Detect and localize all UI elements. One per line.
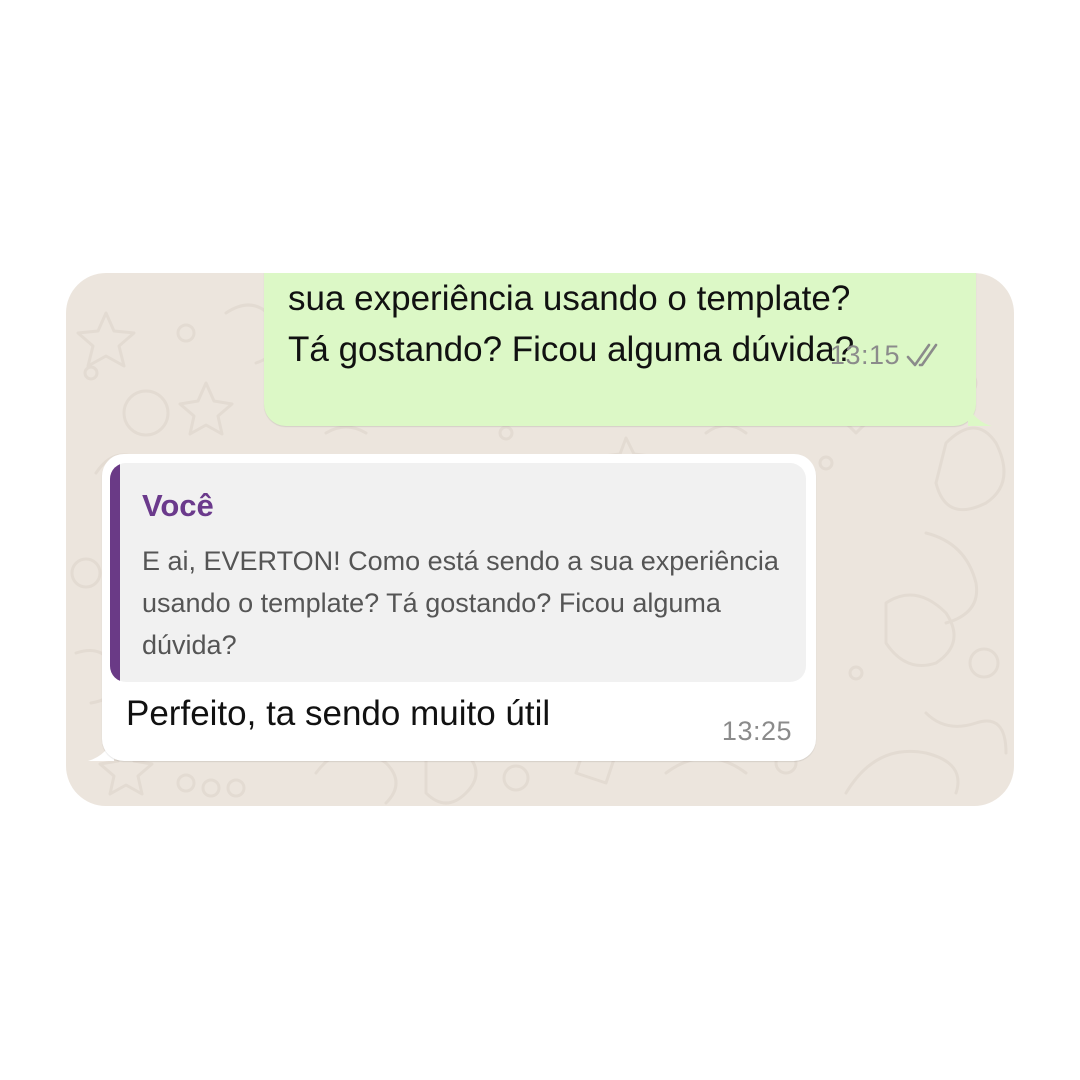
incoming-message-text: Perfeito, ta sendo muito útil: [126, 694, 551, 733]
quoted-message[interactable]: Você E ai, EVERTON! Como está sendo a su…: [110, 463, 806, 682]
quoted-message-author: Você: [142, 488, 214, 523]
outgoing-bubble-tail: [968, 406, 992, 426]
chat-window: sua experiência usando o template? Tá go…: [66, 273, 1014, 806]
incoming-message-time: 13:25: [721, 716, 792, 746]
outgoing-message-time: 13:15: [829, 340, 900, 370]
double-check-icon: [906, 343, 938, 366]
outgoing-message-bubble[interactable]: sua experiência usando o template? Tá go…: [264, 273, 976, 426]
quoted-message-text: E ai, EVERTON! Como está sendo a sua exp…: [142, 546, 779, 660]
outgoing-message-meta: 13:15: [830, 340, 944, 371]
incoming-message-bubble[interactable]: Você E ai, EVERTON! Como está sendo a su…: [102, 454, 816, 761]
quote-accent-bar: [110, 463, 120, 682]
